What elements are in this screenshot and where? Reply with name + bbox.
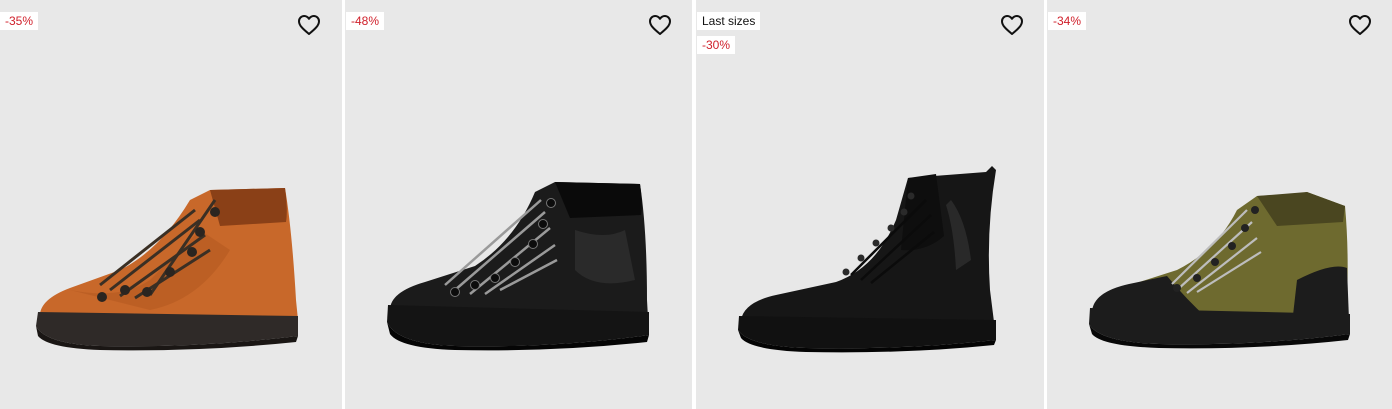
badge-stack: Last sizes -30% [697,12,761,54]
product-card[interactable]: Last sizes -30% [696,0,1044,409]
last-sizes-badge: Last sizes [697,12,761,30]
discount-badge: -35% [0,12,39,30]
discount-badge: -30% [697,36,736,54]
product-image-hiking-boot-black[interactable] [345,0,692,409]
wishlist-button[interactable] [297,14,321,36]
wishlist-button[interactable] [1000,14,1024,36]
product-image-hiking-boot-olive[interactable] [1047,0,1392,409]
discount-badge: -48% [346,12,385,30]
wishlist-button[interactable] [648,14,672,36]
heart-outline-icon [1349,15,1371,35]
product-card[interactable]: -35% [0,0,342,409]
heart-outline-icon [649,15,671,35]
product-grid: -35% -48% Last sizes -30% -34% [0,0,1392,409]
heart-outline-icon [1001,15,1023,35]
product-card[interactable]: -34% [1047,0,1392,409]
discount-badge: -34% [1048,12,1087,30]
product-image-hiking-boot-tan[interactable] [0,0,342,409]
badge-stack: -48% [346,12,385,30]
badge-stack: -34% [1048,12,1087,30]
product-image-derby-boot-black[interactable] [696,0,1044,409]
wishlist-button[interactable] [1348,14,1372,36]
product-card[interactable]: -48% [345,0,692,409]
badge-stack: -35% [0,12,39,30]
heart-outline-icon [298,15,320,35]
